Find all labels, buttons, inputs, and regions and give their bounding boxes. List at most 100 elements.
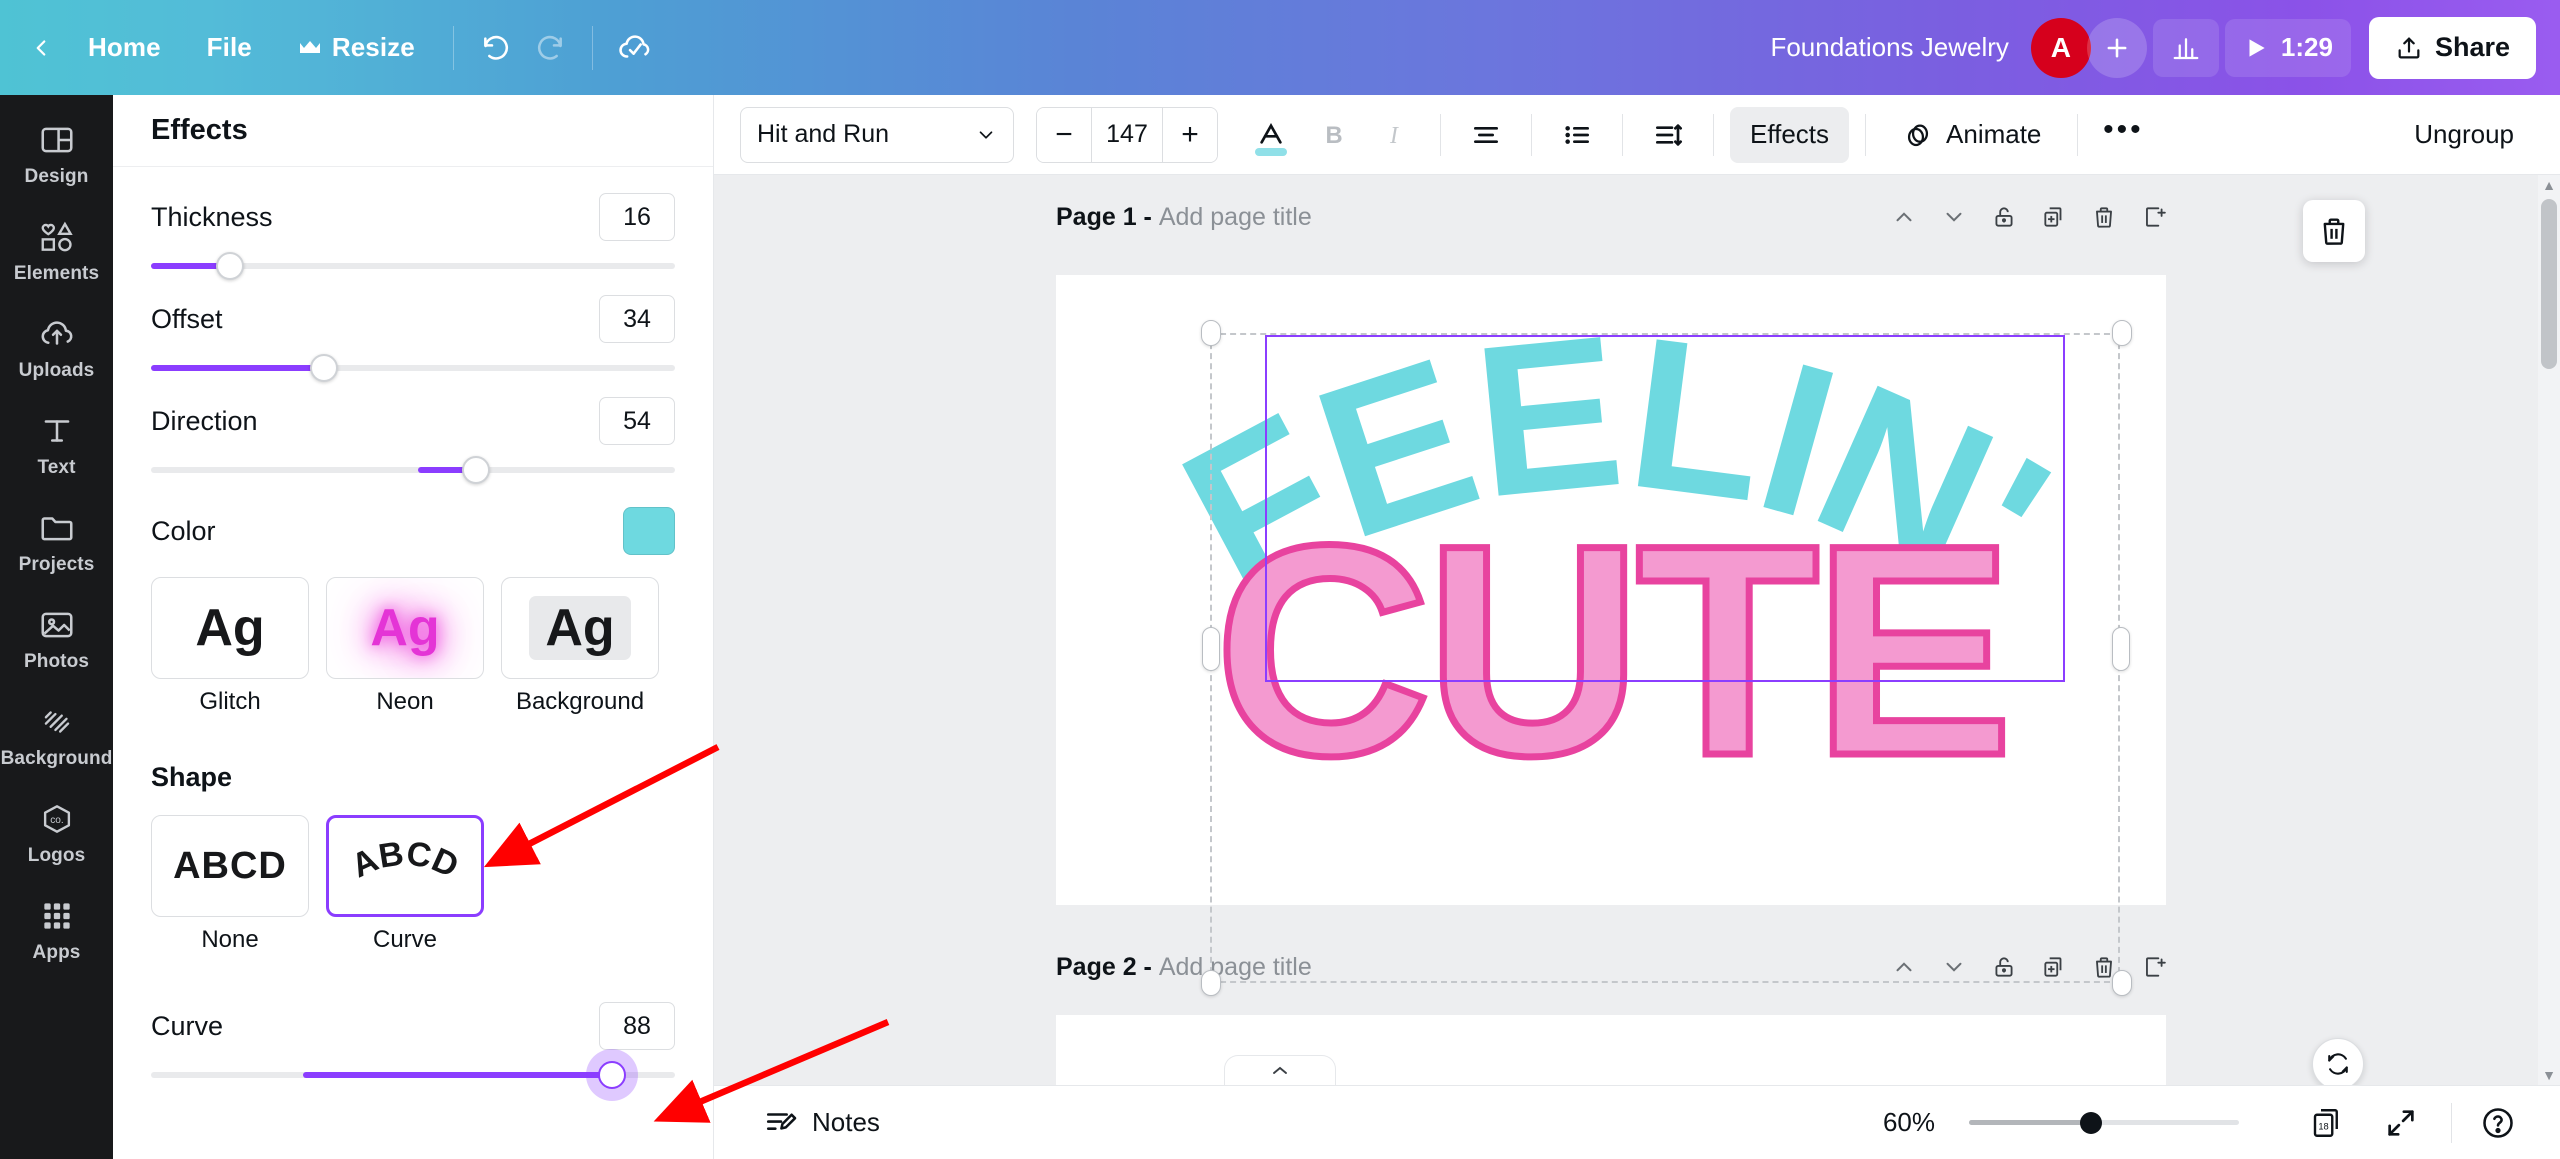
page-2-sheet[interactable]: IR COLLECT (1056, 1015, 2166, 1085)
effect-tile-glitch[interactable]: Ag (151, 577, 309, 679)
effect-tiles: Ag Glitch Ag Neon Ag Background (151, 577, 675, 716)
sidebar-item-projects[interactable]: Projects (4, 497, 109, 586)
duplicate-page-button[interactable] (2032, 195, 2076, 239)
bullet-list-button[interactable] (1548, 106, 1606, 164)
effect-tile-neon[interactable]: Ag (326, 577, 484, 679)
page-count-label: 18 (2318, 1121, 2328, 1131)
sidebar-item-logos[interactable]: co. Logos (4, 788, 109, 877)
shape-tile-none[interactable]: ABCD (151, 815, 309, 917)
curve-sample-graphic: ABCD (346, 835, 464, 885)
hexagon-co-icon: co. (43, 805, 70, 833)
thickness-slider[interactable] (151, 252, 675, 280)
text-color-button[interactable] (1242, 106, 1300, 164)
fullscreen-button[interactable] (2373, 1095, 2429, 1151)
sidebar-item-text[interactable]: Text (4, 400, 109, 489)
avatar[interactable]: A (2030, 17, 2091, 78)
italic-button[interactable]: I (1366, 106, 1424, 164)
selection-handle-bottom-right[interactable] (2112, 970, 2132, 996)
shape-tile-curve[interactable]: ABCD (326, 815, 484, 917)
insights-button[interactable] (2152, 18, 2219, 77)
font-family-select[interactable]: Hit and Run (740, 106, 1014, 163)
add-page-button[interactable] (2132, 945, 2176, 989)
color-swatch[interactable] (623, 507, 675, 555)
present-timer-button[interactable]: 1:29 (2224, 18, 2351, 77)
effect-tile-label: Neon (376, 688, 434, 715)
bar-chart-icon (2173, 37, 2199, 59)
undo-button[interactable] (470, 22, 522, 74)
font-size-increase[interactable]: + (1163, 107, 1217, 162)
thickness-value[interactable]: 16 (599, 193, 675, 241)
selection-handle-right[interactable] (2112, 627, 2130, 671)
offset-slider[interactable] (151, 354, 675, 382)
animate-button[interactable]: Animate (1882, 107, 2061, 163)
curve-slider[interactable] (151, 1061, 675, 1089)
font-size-input[interactable]: 147 (1091, 107, 1163, 162)
rotate-handle[interactable] (2312, 1038, 2364, 1085)
back-button[interactable] (18, 25, 64, 71)
sidebar-item-apps[interactable]: Apps (4, 885, 109, 974)
neon-sample: Ag (370, 599, 440, 657)
selection-handle-bottom-left[interactable] (1201, 970, 1221, 996)
sidebar-item-elements[interactable]: Elements (4, 206, 109, 295)
delete-page-button[interactable] (2082, 195, 2126, 239)
selection-handle-left[interactable] (1202, 627, 1220, 671)
move-page-up-button[interactable] (1882, 195, 1926, 239)
home-menu[interactable]: Home (66, 22, 183, 73)
bold-button[interactable]: B (1304, 106, 1362, 164)
notes-button[interactable]: Notes (748, 1096, 896, 1150)
font-size-decrease[interactable]: − (1037, 107, 1091, 162)
line-spacing-button[interactable] (1639, 106, 1697, 164)
direction-slider-knob[interactable] (461, 456, 490, 484)
zoom-slider-knob[interactable] (2079, 1111, 2102, 1134)
selection-handle-top-right[interactable] (2112, 320, 2132, 346)
offset-slider-knob[interactable] (309, 354, 338, 382)
offset-value[interactable]: 34 (599, 295, 675, 343)
svg-text:co.: co. (50, 815, 64, 826)
align-button[interactable] (1457, 106, 1515, 164)
effects-label: Effects (1750, 119, 1830, 149)
direction-value[interactable]: 54 (599, 397, 675, 445)
lock-page-button[interactable] (1982, 195, 2026, 239)
sidebar-item-uploads[interactable]: Uploads (4, 303, 109, 392)
help-button[interactable] (2470, 1095, 2526, 1151)
add-page-icon (2146, 957, 2166, 977)
curve-value[interactable]: 88 (599, 1002, 675, 1050)
scroll-down-arrow[interactable]: ▼ (2538, 1065, 2560, 1085)
canvas-area[interactable]: Page 1 - Add page title FEELIN' CUTE Pag… (714, 175, 2560, 1085)
redo-button[interactable] (524, 22, 576, 74)
vertical-scroll-thumb[interactable] (2541, 199, 2557, 369)
resize-menu[interactable]: Resize (276, 22, 437, 73)
move-page-down-button[interactable] (1932, 195, 1976, 239)
cloud-check-icon (619, 34, 650, 58)
divider (1531, 113, 1532, 156)
text-t-icon (44, 420, 69, 442)
cloud-saved-button[interactable] (609, 22, 661, 74)
curve-slider-knob[interactable] (598, 1061, 627, 1089)
file-menu[interactable]: File (185, 22, 274, 73)
trash-icon (2323, 218, 2345, 245)
page-1-title[interactable]: Page 1 - Add page title (1056, 203, 1312, 232)
canvas-vertical-scrollbar[interactable]: ▲ ▼ (2538, 175, 2560, 1085)
add-page-button[interactable] (2132, 195, 2176, 239)
page-manager-button[interactable]: 18 (2299, 1095, 2355, 1151)
more-options-button[interactable]: ••• (2094, 106, 2152, 164)
direction-slider[interactable] (151, 456, 675, 484)
scroll-up-arrow[interactable]: ▲ (2538, 175, 2560, 195)
share-button[interactable]: Share (2368, 16, 2536, 79)
sidebar-label: Apps (32, 942, 81, 963)
document-title[interactable]: Foundations Jewelry (1754, 22, 2024, 73)
chevron-up-icon (1896, 212, 1912, 222)
add-collaborator-button[interactable] (2086, 17, 2147, 78)
sidebar-item-design[interactable]: Design (4, 109, 109, 198)
effects-button[interactable]: Effects (1730, 106, 1850, 163)
add-page-icon (2146, 207, 2166, 227)
effect-tile-background[interactable]: Ag (501, 577, 659, 679)
selection-handle-top-left[interactable] (1201, 320, 1221, 346)
sidebar-item-background[interactable]: Background (1, 691, 112, 780)
floating-delete-button[interactable] (2303, 200, 2365, 262)
collapse-panel-tab[interactable] (1224, 1055, 1336, 1085)
sidebar-item-photos[interactable]: Photos (4, 594, 109, 683)
zoom-slider[interactable] (1969, 1111, 2239, 1134)
thickness-slider-knob[interactable] (215, 252, 244, 280)
ungroup-button[interactable]: Ungroup (2394, 107, 2534, 163)
